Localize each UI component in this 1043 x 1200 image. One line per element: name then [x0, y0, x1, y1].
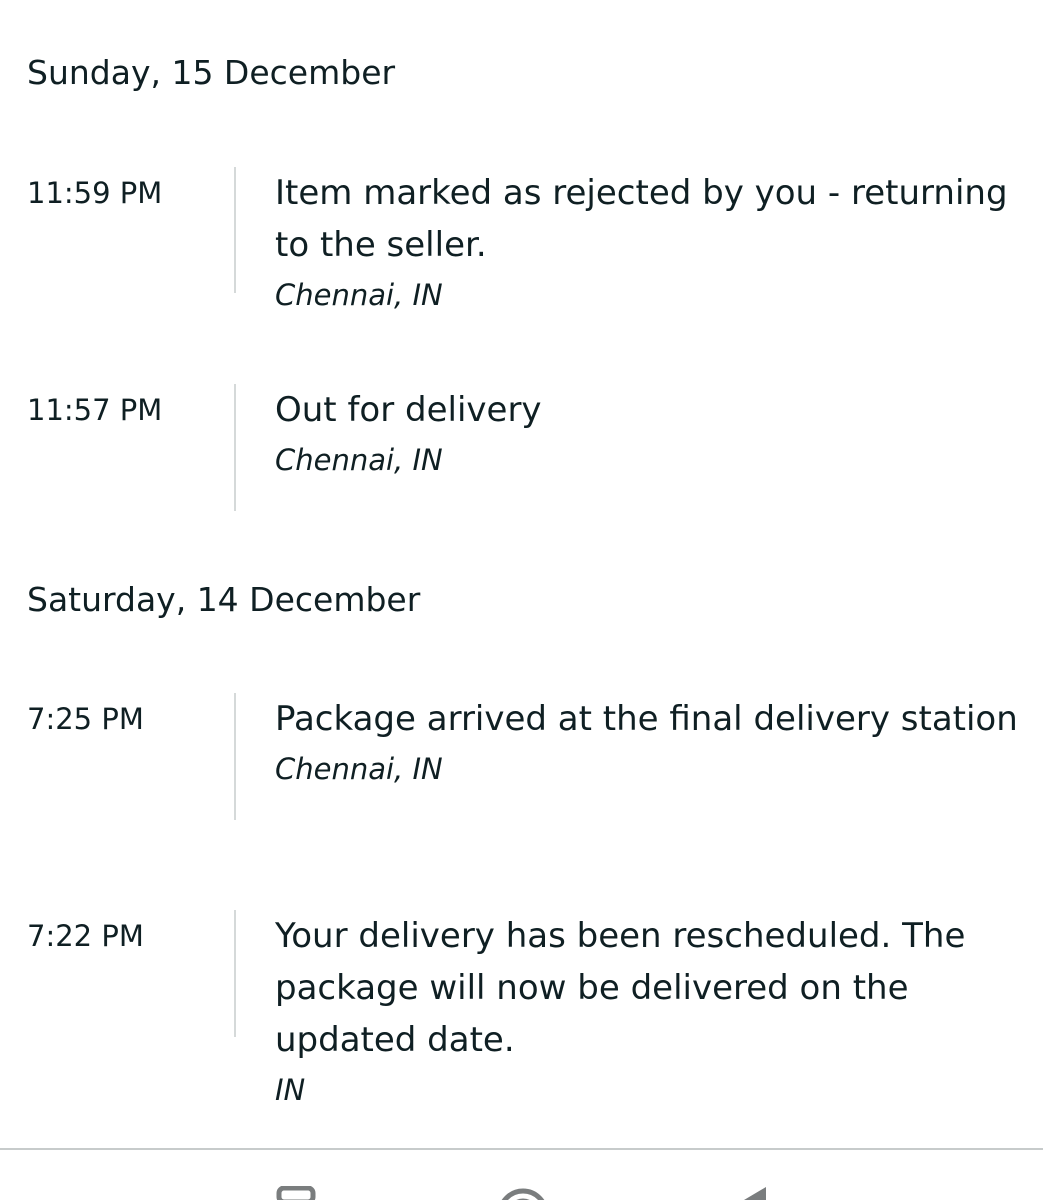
event-description: Out for delivery: [275, 390, 542, 430]
event-body: Your delivery has been rescheduled. The …: [275, 910, 1030, 1110]
event-location: Chennai, IN: [275, 278, 443, 312]
event-location: Chennai, IN: [275, 443, 443, 477]
event-time: 7:22 PM: [27, 919, 144, 953]
event-time: 7:25 PM: [27, 702, 144, 736]
recent-apps-icon[interactable]: [276, 1186, 316, 1200]
event-time: 11:57 PM: [27, 393, 163, 427]
home-icon[interactable]: [497, 1186, 549, 1200]
timeline-rule: [234, 693, 236, 820]
event-time: 11:59 PM: [27, 176, 163, 210]
timeline-rule: [234, 167, 236, 293]
event-location: Chennai, IN: [275, 752, 443, 786]
event-description: Your delivery has been rescheduled. The …: [275, 916, 966, 1060]
date-heading: Saturday, 14 December: [27, 580, 421, 619]
event-body: Package arrived at the final delivery st…: [275, 693, 1030, 789]
timeline-rule: [234, 384, 236, 511]
event-location: IN: [275, 1073, 306, 1107]
event-body: Item marked as rejected by you - returni…: [275, 167, 1030, 315]
date-heading: Sunday, 15 December: [27, 53, 396, 92]
event-body: Out for delivery Chennai, IN: [275, 384, 1030, 480]
event-description: Package arrived at the final delivery st…: [275, 699, 1018, 739]
system-navigation-bar: [0, 1150, 1043, 1200]
back-icon[interactable]: [740, 1186, 770, 1200]
timeline-rule: [234, 910, 236, 1037]
event-description: Item marked as rejected by you - returni…: [275, 173, 1008, 265]
